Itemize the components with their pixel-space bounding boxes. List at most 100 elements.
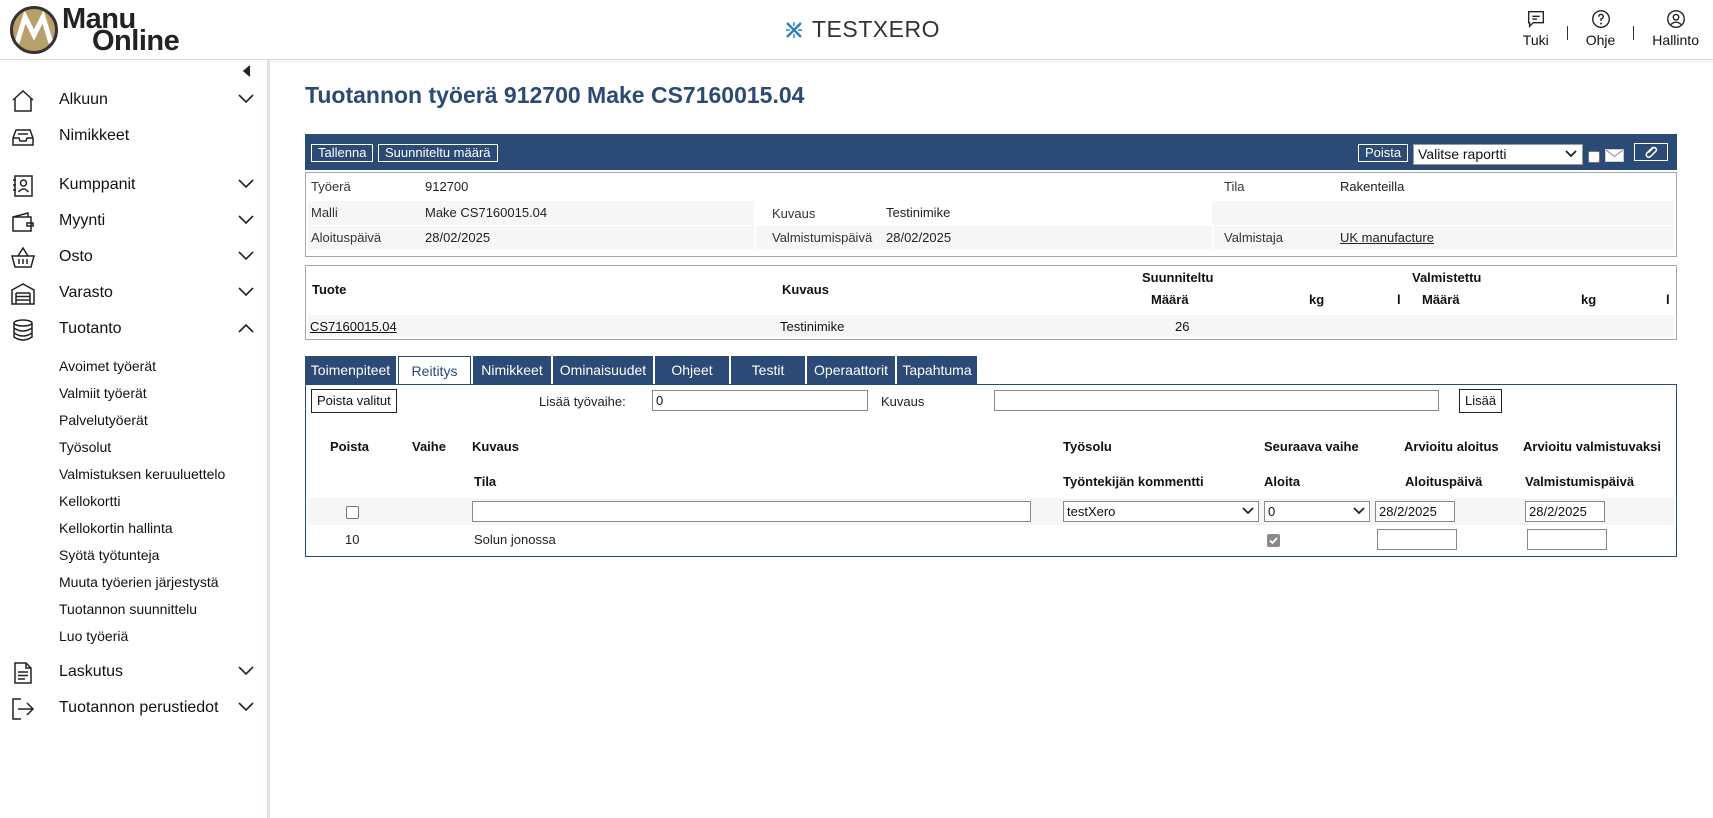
tab-toimenpiteet[interactable]: Toimenpiteet bbox=[305, 356, 396, 385]
submenu-item-kellokortin-hallinta[interactable]: Kellokortin hallinta bbox=[0, 515, 267, 542]
chevron-down-icon bbox=[238, 287, 254, 297]
est-start-input[interactable]: 28/2/2025 bbox=[1375, 501, 1455, 522]
submenu-item-kellokortti[interactable]: Kellokortti bbox=[0, 488, 267, 515]
add-button[interactable]: Lisää bbox=[1459, 389, 1503, 413]
help-button[interactable]: Ohje bbox=[1586, 8, 1615, 48]
warehouse-icon bbox=[11, 283, 35, 305]
chevron-down-icon bbox=[238, 179, 254, 189]
top-header: Manu Online TESTXERO Tuki Ohje Hallinto bbox=[0, 0, 1713, 60]
column-header-made-kg: kg bbox=[1581, 292, 1597, 307]
exit-icon bbox=[12, 698, 35, 720]
sidebar-item-osto[interactable]: Osto bbox=[0, 239, 267, 275]
batch-value: 912700 bbox=[425, 179, 469, 194]
product-code-link[interactable]: CS7160015.04 bbox=[310, 319, 397, 334]
product-description: Testinimike bbox=[780, 319, 845, 334]
column-header-product: Tuote bbox=[312, 282, 347, 297]
save-button[interactable]: Tallenna bbox=[311, 144, 374, 162]
wallet-icon bbox=[12, 212, 34, 232]
home-icon bbox=[12, 89, 34, 112]
delete-selected-button[interactable]: Poista valitut bbox=[311, 389, 397, 413]
submenu-item-tyosolut[interactable]: Työsolut bbox=[0, 434, 267, 461]
description-label: Kuvaus bbox=[772, 206, 816, 221]
chevron-down-icon bbox=[1242, 507, 1254, 515]
document-icon bbox=[14, 662, 32, 684]
submenu-item-keruuluettelo[interactable]: Valmistuksen keruuluettelo bbox=[0, 461, 267, 488]
tab-testit[interactable]: Testit bbox=[731, 356, 805, 385]
submenu-item-syota-tyotunteja[interactable]: Syötä työtunteja bbox=[0, 542, 267, 569]
tab-ominaisuudet[interactable]: Ominaisuudet bbox=[553, 356, 653, 385]
tab-reititys[interactable]: Reititys bbox=[398, 356, 471, 386]
sidebar-item-varasto[interactable]: Varasto bbox=[0, 275, 267, 311]
description-label: Kuvaus bbox=[881, 394, 925, 409]
inbox-icon bbox=[12, 129, 34, 146]
manu-online-logo[interactable]: Manu Online bbox=[10, 5, 180, 56]
sidebar-item-kumppanit[interactable]: Kumppanit bbox=[0, 167, 267, 203]
start-date-input[interactable] bbox=[1377, 529, 1457, 550]
support-label: Tuki bbox=[1522, 32, 1549, 48]
phase-description-input[interactable] bbox=[472, 501, 1031, 522]
divider bbox=[1566, 26, 1568, 40]
start-checkbox[interactable] bbox=[1267, 534, 1280, 547]
chevron-down-icon bbox=[238, 251, 254, 261]
tab-tapahtuma[interactable]: Tapahtuma bbox=[897, 356, 977, 385]
state-label: Tila bbox=[1224, 179, 1245, 194]
column-header-made: Valmistettu bbox=[1412, 270, 1482, 285]
sidebar-item-label: Kumppanit bbox=[59, 176, 136, 193]
action-toolbar: Tallenna Suunniteltu määrä Poista Valits… bbox=[305, 134, 1677, 170]
mail-icon[interactable] bbox=[1605, 149, 1624, 162]
sidebar-item-label: Tuotannon perustiedot bbox=[59, 699, 219, 716]
submenu-item-palvelutyoerat[interactable]: Palvelutyöerät bbox=[0, 407, 267, 434]
submenu-item-muuta-jarjestysta[interactable]: Muuta työerien järjestystä bbox=[0, 569, 267, 596]
collapse-sidebar-icon[interactable] bbox=[242, 64, 252, 80]
sidebar-item-label: Varasto bbox=[59, 284, 113, 301]
next-phase-select[interactable]: 0 bbox=[1264, 501, 1370, 522]
phase-state: Solun jonossa bbox=[474, 532, 556, 547]
sidebar-item-nimikkeet[interactable]: Nimikkeet bbox=[0, 118, 267, 154]
table-row: CS7160015.04 Testinimike 26 bbox=[308, 315, 1674, 337]
delete-button[interactable]: Poista bbox=[1358, 144, 1409, 162]
tab-nimikkeet[interactable]: Nimikkeet bbox=[473, 356, 551, 385]
support-button[interactable]: Tuki bbox=[1523, 8, 1549, 48]
manufacturer-link[interactable]: UK manufacture bbox=[1340, 230, 1434, 245]
chevron-up-icon bbox=[238, 323, 254, 333]
finish-date-input[interactable] bbox=[1527, 529, 1607, 550]
tab-operaattorit[interactable]: Operaattorit bbox=[807, 356, 895, 385]
sidebar-item-alkuun[interactable]: Alkuun bbox=[0, 82, 267, 118]
sidebar-item-label: Nimikkeet bbox=[59, 127, 130, 144]
report-select[interactable]: Valitse raportti bbox=[1413, 144, 1583, 165]
row-delete-checkbox[interactable] bbox=[346, 506, 359, 519]
column-header-workcell: Työsolu bbox=[1063, 439, 1112, 454]
column-header-state: Tila bbox=[474, 474, 497, 489]
sidebar-item-label: Myynti bbox=[59, 212, 106, 229]
logo-emblem-icon bbox=[10, 6, 58, 54]
add-phase-input[interactable]: 0 bbox=[652, 390, 868, 411]
sidebar-item-tuotannon-perustiedot[interactable]: Tuotannon perustiedot bbox=[0, 690, 267, 726]
database-icon bbox=[13, 319, 33, 341]
tab-ohjeet[interactable]: Ohjeet bbox=[655, 356, 729, 385]
column-header-worker-comment: Työntekijän kommentti bbox=[1063, 474, 1204, 489]
column-header-planned: Suunniteltu bbox=[1142, 270, 1214, 285]
column-header-start: Aloita bbox=[1264, 474, 1301, 489]
submenu-item-avoimet-tyoerat[interactable]: Avoimet työerät bbox=[0, 353, 267, 380]
admin-button[interactable]: Hallinto bbox=[1652, 8, 1699, 48]
attachment-button[interactable] bbox=[1634, 143, 1668, 161]
sidebar-item-laskutus[interactable]: Laskutus bbox=[0, 654, 267, 690]
question-icon bbox=[1591, 10, 1610, 28]
checkmark-icon bbox=[1269, 537, 1278, 545]
sidebar-item-myynti[interactable]: Myynti bbox=[0, 203, 267, 239]
submenu-item-valmiit-tyoerat[interactable]: Valmiit työerät bbox=[0, 380, 267, 407]
column-header-made-l: l bbox=[1666, 292, 1670, 307]
description-value: Testinimike bbox=[886, 205, 951, 220]
column-header-est-start: Arvioitu aloitus bbox=[1404, 439, 1499, 454]
submenu-item-tuotannon-suunnittelu[interactable]: Tuotannon suunnittelu bbox=[0, 596, 267, 623]
description-input[interactable] bbox=[994, 390, 1439, 411]
workcell-select[interactable]: testXero bbox=[1063, 501, 1259, 522]
report-checkbox[interactable] bbox=[1588, 151, 1600, 163]
submenu-item-luo-tyoeria[interactable]: Luo työeriä bbox=[0, 623, 267, 650]
est-finish-input[interactable]: 28/2/2025 bbox=[1525, 501, 1605, 522]
batch-label: Työerä bbox=[311, 179, 351, 194]
sidebar-item-tuotanto[interactable]: Tuotanto bbox=[0, 311, 267, 347]
planned-quantity-button[interactable]: Suunniteltu määrä bbox=[378, 144, 498, 162]
column-header-next-phase: Seuraava vaihe bbox=[1264, 439, 1359, 454]
model-label: Malli bbox=[311, 205, 338, 220]
